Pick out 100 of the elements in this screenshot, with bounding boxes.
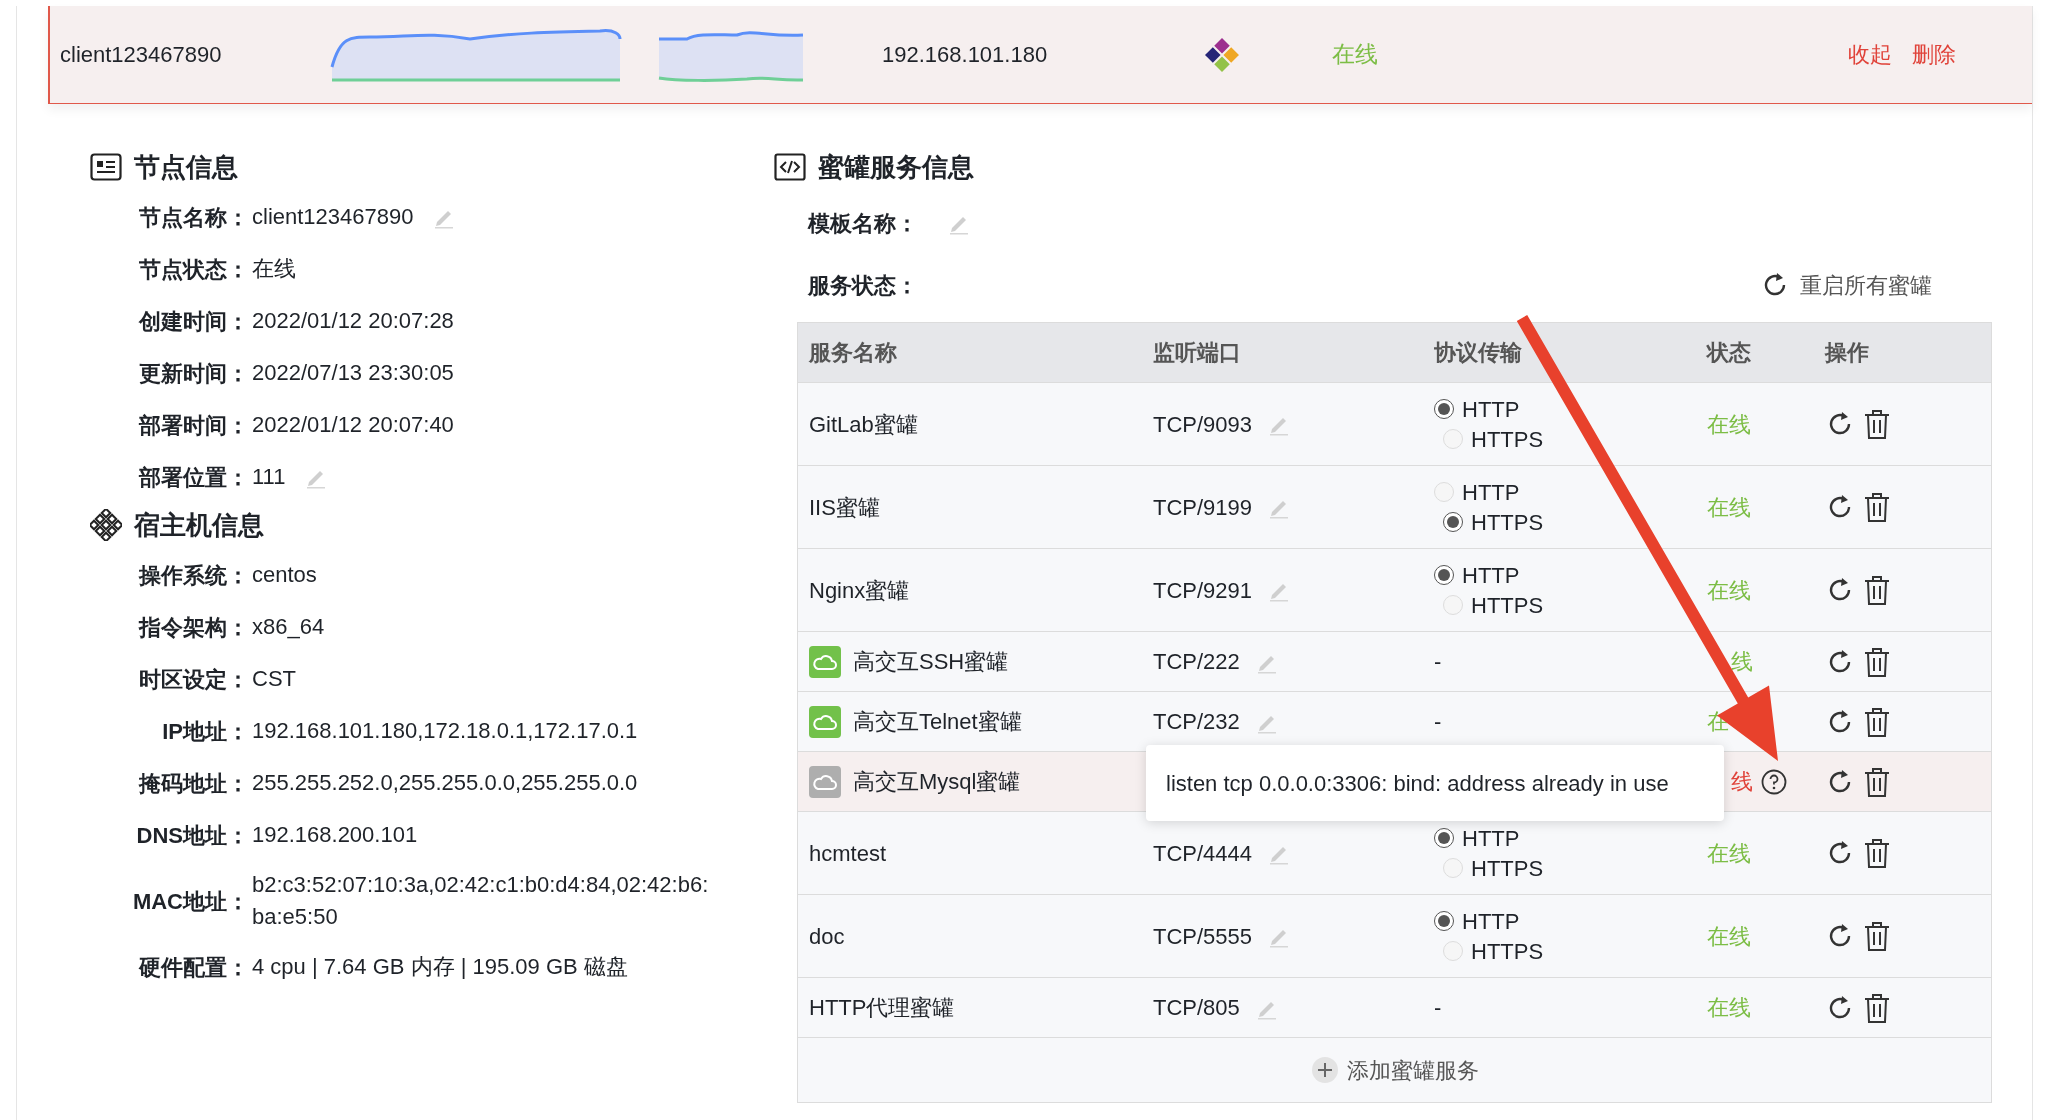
field-value: 111 [252, 463, 286, 491]
field-value: 4 cpu | 7.64 GB 内存 | 195.09 GB 磁盘 [252, 953, 629, 981]
protocol-radio[interactable]: HTTP [1434, 394, 1520, 424]
field-label: 掩码地址： [137, 769, 249, 798]
service-name: IIS蜜罐 [809, 493, 880, 522]
trash-icon[interactable] [1863, 765, 1891, 798]
field-label: MAC地址： [131, 887, 249, 916]
column-header: 操作 [1825, 340, 1869, 365]
field-value: 在线 [252, 255, 297, 283]
service-name: hcmtest [809, 839, 887, 868]
service-status: 在线 [1707, 994, 1752, 1022]
field-label: 创建时间： [137, 307, 249, 336]
protocol-radio[interactable]: HTTPS [1434, 424, 1544, 454]
field-label: 服务状态： [808, 271, 918, 300]
protocol-value: - [1434, 709, 1442, 734]
field-label: 部署时间： [137, 411, 249, 440]
service-name: HTTP代理蜜罐 [809, 994, 955, 1022]
port-value: TCP/805 [1153, 994, 1240, 1022]
field-label: 更新时间： [138, 359, 249, 388]
service-status: 在线 [1707, 493, 1752, 522]
port-value: TCP/9291 [1153, 576, 1253, 605]
protocol-radio[interactable]: HTTP [1434, 560, 1520, 590]
service-name: GitLab蜜罐 [809, 410, 918, 439]
field-value: x86_64 [252, 613, 326, 641]
node-ip: 192.168.101.180 [882, 41, 1049, 69]
port-value: TCP/5555 [1153, 922, 1253, 951]
field-label: 模板名称： [808, 209, 918, 238]
service-name: Nginx蜜罐 [809, 576, 910, 605]
column-header: 状态 [1707, 340, 1751, 365]
protocol-radio[interactable]: HTTP [1434, 906, 1520, 936]
action-link[interactable]: 删除 [1912, 38, 1956, 71]
trash-icon[interactable] [1863, 408, 1891, 440]
trash-icon[interactable] [1863, 491, 1891, 523]
service-status: 在线 [1707, 922, 1752, 951]
trash-icon[interactable] [1863, 574, 1891, 606]
service-name: doc [809, 922, 845, 951]
trash-icon[interactable] [1863, 920, 1891, 952]
error-tooltip: listen tcp 0.0.0.0:3306: bind: address already in use [1146, 745, 1724, 821]
service-status: 在线 [1707, 410, 1752, 439]
node-status: 在线 [1332, 40, 1378, 70]
field-label: 指令架构： [137, 613, 249, 642]
field-value: b2:c3:52:07:10:3a,02:42:c1:b0:d4:84,02:42:b6:ba:e5:50 [252, 871, 710, 931]
protocol-radio[interactable]: HTTPS [1434, 507, 1544, 537]
field-value: 255.255.252.0,255.255.0.0,255.255.0.0 [252, 769, 639, 797]
trash-icon[interactable] [1863, 991, 1891, 1024]
field-value: CST [252, 665, 297, 693]
field-label: IP地址： [161, 717, 249, 746]
service-status: 在线 [1707, 839, 1752, 868]
field-label: 时区设定： [138, 665, 249, 694]
add-service-button[interactable]: 添加蜜罐服务 [1310, 1053, 1479, 1087]
code-icon [774, 153, 806, 181]
field-label: 节点名称： [138, 203, 249, 232]
field-label: 硬件配置： [137, 953, 249, 982]
port-value: TCP/9199 [1153, 493, 1253, 522]
protocol-radio[interactable]: HTTPS [1434, 590, 1544, 620]
service-status: 线 [1730, 768, 1753, 796]
field-value: client123467890 [252, 203, 414, 231]
port-value: TCP/232 [1153, 708, 1240, 736]
field-value: centos [252, 561, 318, 589]
field-label: DNS地址： [135, 821, 249, 850]
service-name: 高交互SSH蜜罐 [853, 648, 1009, 676]
port-value: TCP/222 [1153, 648, 1240, 676]
protocol-radio[interactable]: HTTP [1434, 823, 1520, 853]
protocol-value: - [1434, 649, 1442, 674]
column-header: 服务名称 [809, 340, 897, 365]
trash-icon[interactable] [1863, 645, 1891, 678]
section-title: 蜜罐服务信息 [818, 150, 974, 184]
section-title: 节点信息 [134, 150, 238, 184]
section-title: 宿主机信息 [134, 508, 264, 542]
field-value: 2022/01/12 20:07:28 [252, 307, 455, 335]
field-label: 节点状态： [138, 255, 249, 284]
trash-icon[interactable] [1863, 837, 1891, 869]
port-value: TCP/9093 [1153, 410, 1253, 439]
trash-icon[interactable] [1863, 705, 1891, 738]
port-value: TCP/4444 [1153, 839, 1253, 868]
node-summary-bar[interactable]: client123467890 192.168.101.180 在线 收起 删除 [48, 6, 2032, 104]
plus-icon [1310, 1056, 1339, 1084]
protocol-radio[interactable]: HTTPS [1434, 853, 1544, 883]
service-status: 线 [1730, 648, 1753, 676]
field-value: 192.168.200.101 [252, 821, 419, 849]
service-status: 在线 [1707, 576, 1752, 605]
protocol-value: - [1434, 995, 1442, 1020]
node-name: client123467890 [60, 41, 223, 69]
protocol-radio[interactable]: HTTP [1434, 477, 1520, 507]
service-name: 高交互Telnet蜜罐 [853, 708, 1022, 736]
help-icon[interactable] [1761, 768, 1787, 795]
action-link[interactable]: 收起 [1848, 38, 1892, 71]
diamond-grid-icon [90, 509, 122, 541]
field-value: 2022/01/12 20:07:40 [252, 411, 455, 439]
field-value: 192.168.101.180,172.18.0.1,172.17.0.1 [252, 717, 639, 745]
pinwheel-icon [1205, 37, 1239, 72]
field-value: 2022/07/13 23:30:05 [252, 359, 455, 387]
column-header: 监听端口 [1153, 340, 1241, 365]
service-name: 高交互Mysql蜜罐 [853, 768, 1021, 796]
restart-all-button[interactable]: 重启所有蜜罐 [1760, 268, 1932, 302]
field-label: 部署位置： [137, 463, 249, 492]
field-label: 操作系统： [137, 561, 249, 590]
column-header: 协议传输 [1434, 340, 1522, 365]
id-card-icon [90, 153, 122, 181]
protocol-radio[interactable]: HTTPS [1434, 936, 1544, 966]
